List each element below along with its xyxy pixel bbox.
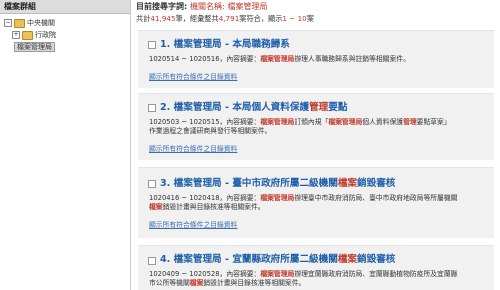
result-summary-text: 1020514 ~ 1020516，內容摘要：檔案管理局辦理人事職務歸系與註銷等… (149, 55, 479, 64)
text-segment: 要點草案」 (416, 118, 451, 126)
text-segment: 銷毀計畫與目錄核准等相關案件。 (162, 203, 265, 211)
sidebar-title: 檔案群組 (0, 0, 130, 14)
tree-node-archives-admin[interactable]: 檔案管理局 (14, 42, 55, 52)
result-card: 2. 檔案管理局 - 本局個人資料保護管理要點 1020503 ~ 102051… (138, 93, 494, 160)
text-segment: 1020409 ~ 1020528，內容摘要： (149, 270, 261, 278)
related-records-link[interactable]: 顯示所有符合條件之目錄資料 (149, 219, 237, 229)
keyword-highlight: 檔案管理局 (328, 118, 363, 126)
text-segment: 銷毀計畫與目錄核准等相關案件。 (203, 279, 306, 287)
keyword-highlight: 檔案管理局 (260, 270, 295, 278)
text-segment: 辦理人事職務歸系與註銷等相關案件。 (294, 55, 410, 63)
matched-count: 4,791 (218, 14, 240, 23)
keyword-highlight: 管理 (309, 102, 329, 113)
related-records-link[interactable]: 顯示所有符合條件之目錄資料 (149, 71, 237, 81)
keyword-highlight: 檔案管理局 (260, 194, 295, 202)
result-title-link[interactable]: 2. 檔案管理局 - 本局個人資料保護管理要點 (160, 99, 347, 113)
result-checkbox[interactable] (148, 41, 156, 49)
related-records-link[interactable]: 顯示所有符合條件之目錄資料 (149, 143, 237, 153)
text-segment: 本局職務歸系 (232, 39, 290, 50)
search-keyword: 檔案管理局 (227, 2, 268, 11)
tree-node-label: 中央機關 (27, 19, 55, 27)
text-segment: 1020503 ~ 1020515，內容摘要： (149, 118, 261, 126)
text-segment: 1020514 ~ 1020516，內容摘要： (149, 55, 261, 63)
collapse-toggle-icon[interactable]: − (4, 19, 12, 27)
result-card: 1. 檔案管理局 - 本局職務歸系 1020514 ~ 1020516，內容摘要… (138, 30, 494, 88)
tree-node-executive-yuan[interactable]: + 行政院 (12, 30, 56, 40)
result-title-link[interactable]: 3. 檔案管理局 - 臺中市政府所屬二級機關檔案銷毀審核 (160, 175, 395, 189)
expand-toggle-icon[interactable]: + (12, 31, 20, 39)
text-segment: 1020416 ~ 1020418，內容摘要： (149, 194, 261, 202)
text-segment: 個人資料保護 (362, 118, 404, 126)
result-title-link[interactable]: 1. 檔案管理局 - 本局職務歸系 (160, 36, 290, 50)
result-summary-text: 1020409 ~ 1020528，內容摘要：檔案管理局辦理宜蘭縣政府消防局、宜… (149, 270, 479, 288)
result-checkbox[interactable] (148, 180, 156, 188)
tree-node-label: 行政院 (35, 31, 56, 39)
result-card: 4. 檔案管理局 - 宜蘭縣政府所屬二級機關檔案銷毀審核 1020409 ~ 1… (138, 245, 494, 290)
result-summary-text: 1020416 ~ 1020418，內容摘要：檔案管理局辦理臺中市政府消防局、臺… (149, 194, 479, 212)
text-segment: 訂頒內規「 (294, 118, 329, 126)
keyword-highlight: 檔案 (149, 203, 163, 211)
keyword-highlight: 檔案管理局 (260, 55, 295, 63)
display-range: 1 ~ 10 (282, 14, 307, 23)
keyword-highlight: 檔案 (337, 254, 358, 265)
folder-icon (22, 30, 33, 40)
keyword-highlight: 檔案管理局 (260, 118, 295, 126)
search-term-line: 目前搜尋字詞: 機關名稱: 檔案管理局 (136, 2, 268, 11)
results-panel: 目前搜尋字詞: 機關名稱: 檔案管理局 共計41,945筆，經彙整共4,791案… (136, 0, 500, 290)
result-card: 3. 檔案管理局 - 臺中市政府所屬二級機關檔案銷毀審核 1020416 ~ 1… (138, 167, 494, 238)
sidebar: 檔案群組 − 中央機關 + 行政院 檔案管理局 (0, 0, 131, 290)
total-count: 41,945 (150, 14, 176, 23)
text-segment: 臺中市政府所屬二級機關 (232, 178, 338, 189)
result-title-link[interactable]: 4. 檔案管理局 - 宜蘭縣政府所屬二級機關檔案銷毀審核 (160, 251, 395, 265)
keyword-highlight: 管理 (403, 118, 417, 126)
result-summary-text: 1020503 ~ 1020515，內容摘要：檔案管理局訂頒內規「檔案管理局個人… (149, 118, 479, 136)
text-segment: 辦理宜蘭縣政府消防局、宜蘭縣動植物防疫所及宜蘭縣 (294, 270, 458, 278)
text-segment: 辦理臺中市政府消防局、臺中市政府地政局等所屬機關 (294, 194, 458, 202)
result-checkbox[interactable] (148, 104, 156, 112)
tree-node-label: 檔案管理局 (14, 42, 55, 52)
result-checkbox[interactable] (148, 257, 156, 265)
text-segment: 要點 (328, 102, 348, 113)
tree-node-central-agencies[interactable]: − 中央機關 (4, 18, 55, 28)
keyword-highlight: 檔案 (337, 178, 358, 189)
text-segment: 作業過程之會議研商與發行等相關案件。 (149, 127, 272, 135)
keyword-highlight: 檔案 (189, 279, 204, 287)
text-segment: 宜蘭縣政府所屬二級機關 (232, 254, 338, 265)
text-segment: 銷毀審核 (357, 254, 396, 265)
search-field-label: 機關名稱: (190, 2, 225, 11)
result-summary: 共計41,945筆，經彙整共4,791案符合，顯示1 ~ 10案 (136, 14, 314, 23)
folder-icon (14, 18, 25, 28)
text-segment: 銷毀審核 (357, 178, 396, 189)
text-segment: 市公所等機關 (149, 279, 190, 287)
text-segment: 本局個人資料保護 (232, 102, 310, 113)
